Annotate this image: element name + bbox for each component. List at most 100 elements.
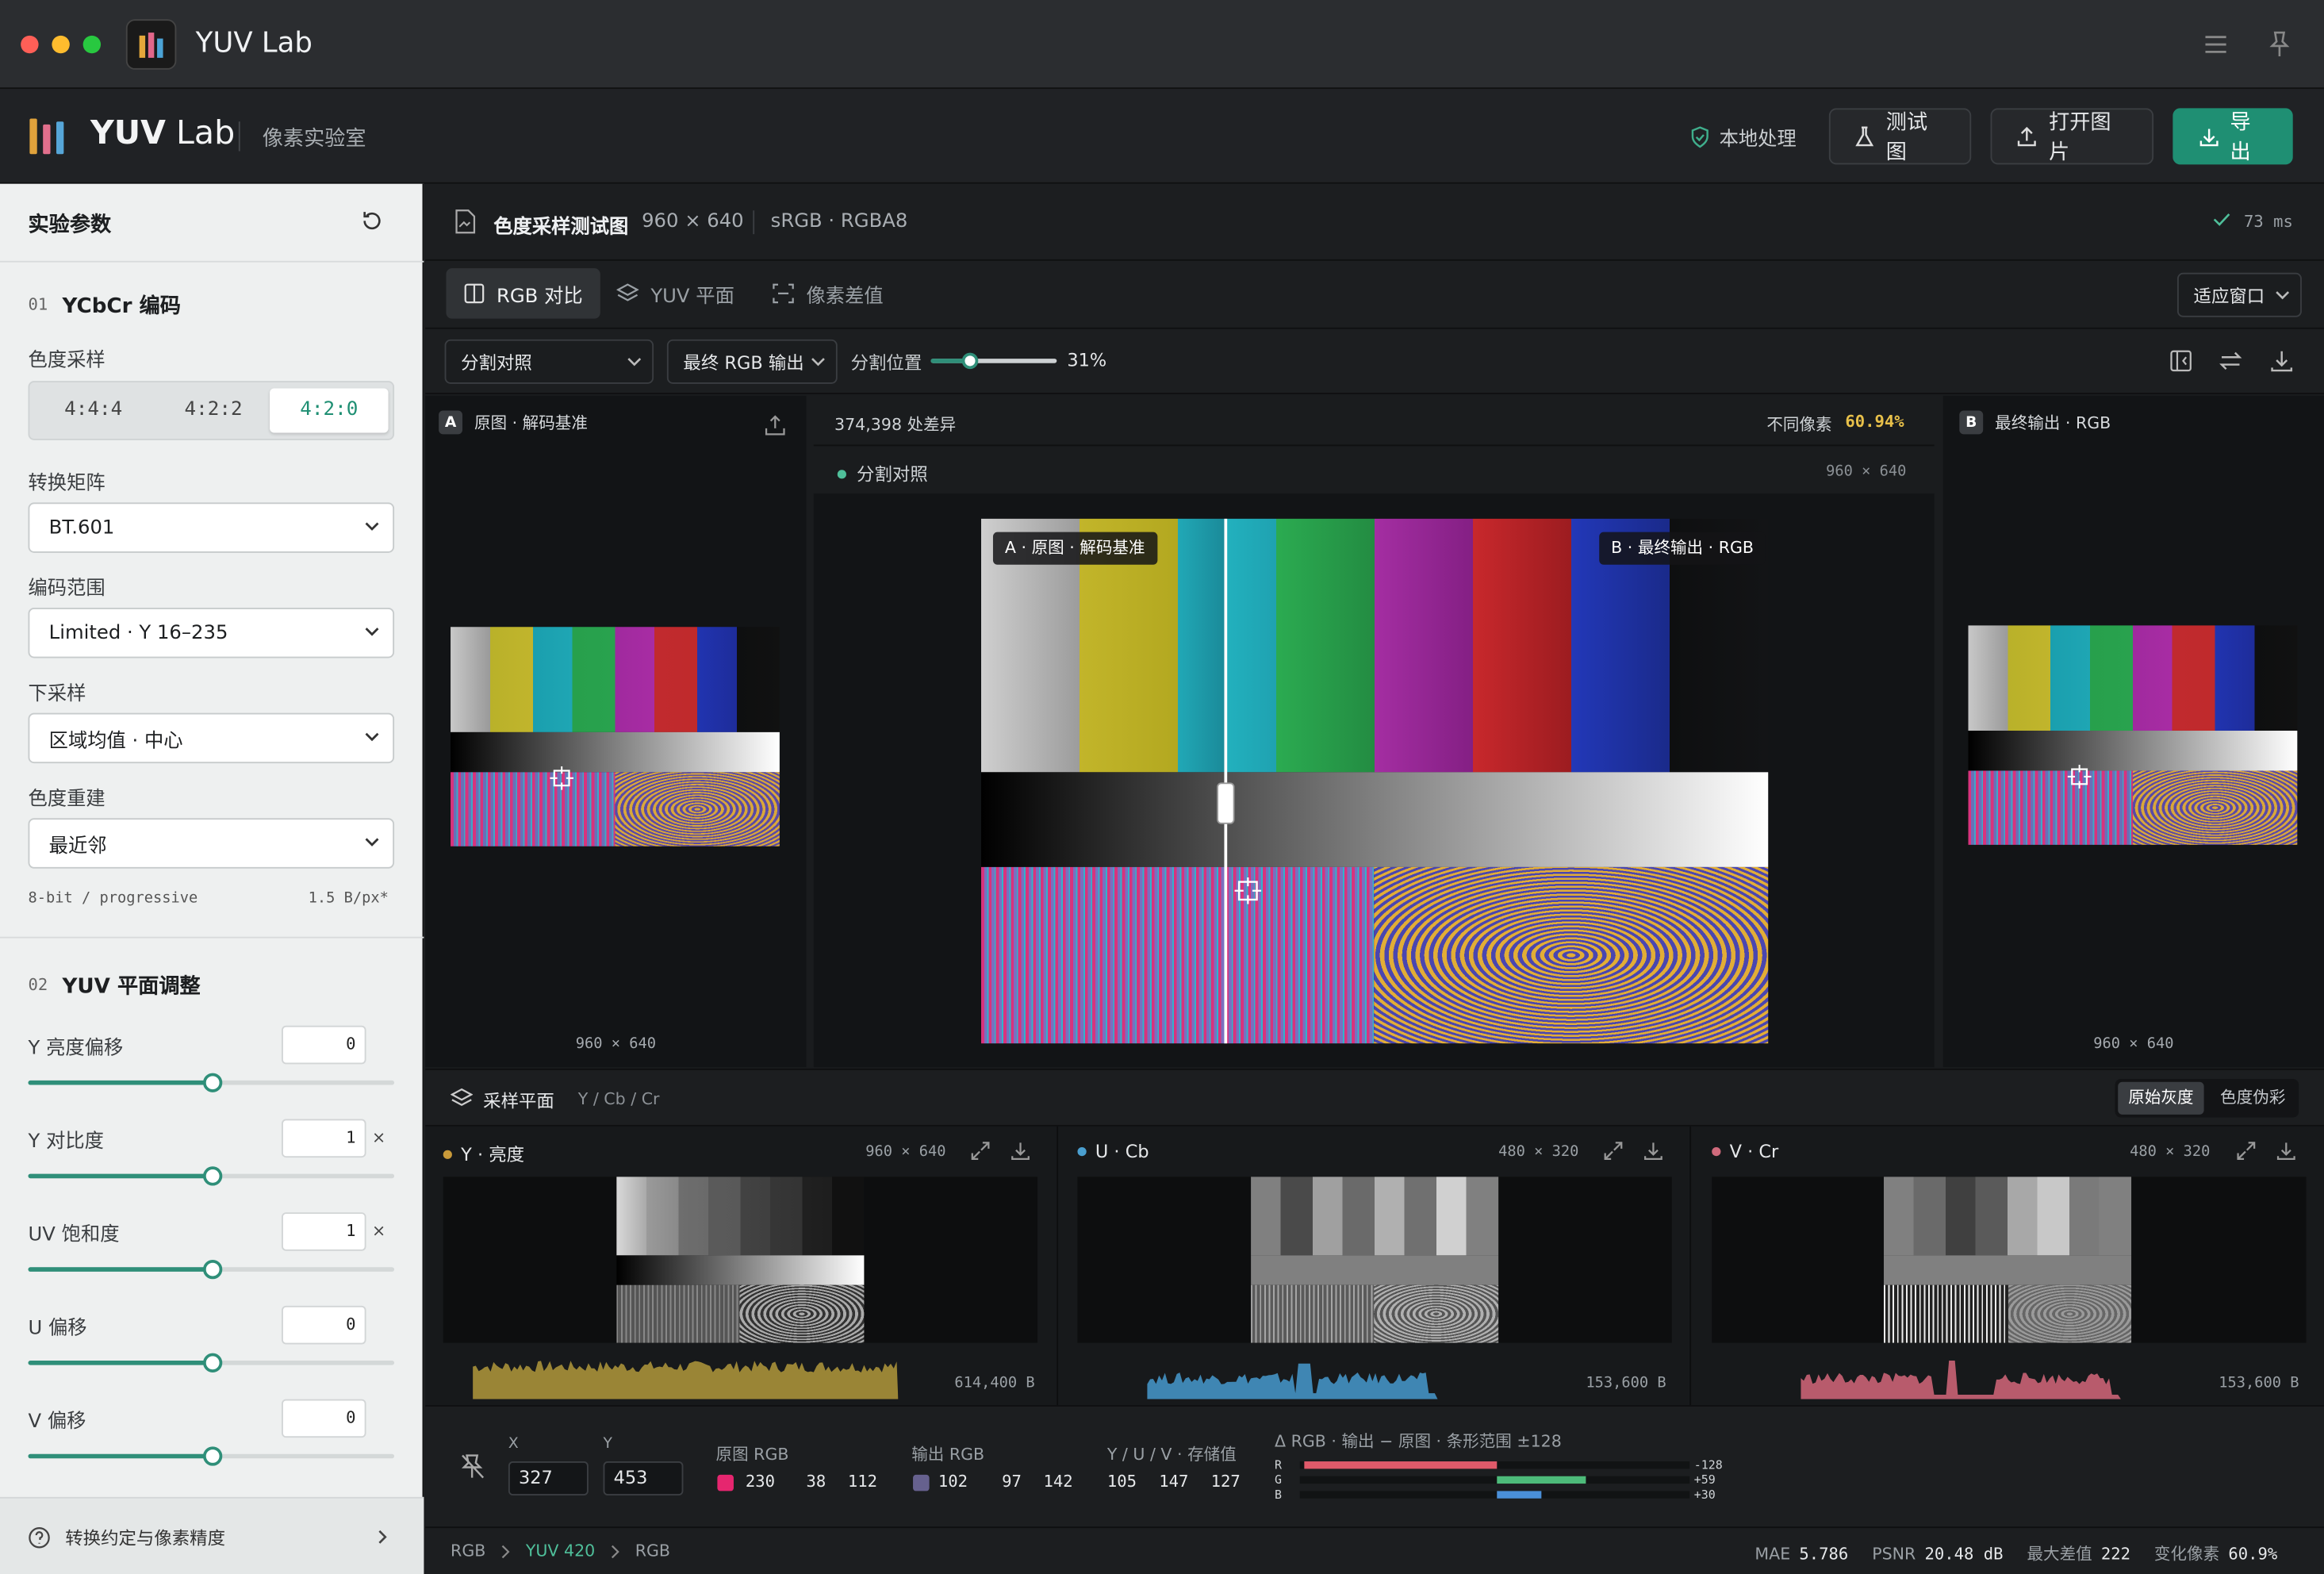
y-input[interactable]: 453 xyxy=(603,1461,684,1496)
slider-track[interactable] xyxy=(28,1446,395,1466)
delta-track xyxy=(1299,1491,1690,1499)
subsampling-label: 色度采样 xyxy=(28,349,105,372)
split-image[interactable]: A · 原图 · 解码基准 B · 最终输出 · RGB xyxy=(981,518,1769,1044)
reset-icon[interactable] xyxy=(360,209,384,232)
section-number: 01 xyxy=(28,294,48,315)
slider-value-input[interactable]: 1 xyxy=(282,1212,366,1251)
slider-label: UV 饱和度 xyxy=(28,1224,120,1247)
slider-knob[interactable] xyxy=(202,1166,222,1186)
split-slider-knob[interactable] xyxy=(962,352,979,370)
sidebar-title: 实验参数 xyxy=(28,213,112,237)
split-compare-view: 374,398 处差异 不同像素 60.94% 分割对照 960 × 640 A… xyxy=(813,395,1935,1068)
plane-y-name: Y · 亮度 xyxy=(461,1144,525,1165)
psnr-value: 20.48 dB xyxy=(1924,1543,2004,1564)
mode-select[interactable]: 分割对照 xyxy=(444,339,654,384)
slider-value-input[interactable]: 1 xyxy=(282,1119,366,1158)
expand-icon[interactable] xyxy=(2237,1142,2256,1161)
download-icon[interactable] xyxy=(2276,1142,2295,1161)
download-icon[interactable] xyxy=(1011,1142,1030,1161)
image-title: 色度采样测试图 xyxy=(493,216,629,239)
plane-v: V · Cr 480 × 320 153,600 B xyxy=(1691,1126,2324,1406)
expand-icon[interactable] xyxy=(971,1142,990,1161)
crumb-yuv: YUV 420 xyxy=(525,1541,596,1561)
plane-u-image xyxy=(1077,1177,1672,1343)
slider-track[interactable] xyxy=(28,1353,395,1372)
slider-track[interactable] xyxy=(28,1166,395,1186)
tab-yuv-planes[interactable]: YUV 平面 xyxy=(599,268,752,319)
minimize-window-button[interactable] xyxy=(52,35,70,54)
split-divider-handle[interactable] xyxy=(1216,782,1234,824)
plane-y-histogram xyxy=(473,1361,899,1399)
sidebar: 实验参数 01 YCbCr 编码 色度采样 4:4:4 4:2:2 4:2:0 … xyxy=(0,183,424,1574)
share-icon[interactable] xyxy=(765,415,785,436)
toggle-false-color[interactable]: 色度伪彩 xyxy=(2210,1082,2295,1115)
open-image-button[interactable]: 打开图片 xyxy=(1990,108,2154,165)
slider-value-input[interactable]: 0 xyxy=(282,1025,366,1065)
slider-knob[interactable] xyxy=(202,1353,222,1372)
color-space: sRGB · RGBA8 xyxy=(770,210,908,233)
split-slider[interactable] xyxy=(930,352,1057,370)
panel-b-size: 960 × 640 xyxy=(2093,1035,2174,1053)
slider-fill xyxy=(28,1080,212,1085)
pin-icon[interactable] xyxy=(2269,31,2290,58)
diff-pixels-percent: 60.94% xyxy=(1845,412,1904,432)
chevron-right-icon xyxy=(611,1544,619,1558)
plane-color-toggle: 原始灰度 色度伪彩 xyxy=(2115,1079,2299,1118)
tab-rgb-compare[interactable]: RGB 对比 xyxy=(446,268,601,319)
delta-bar xyxy=(1497,1476,1586,1484)
reconstruct-select[interactable]: 最近邻 xyxy=(28,818,395,869)
mae-label: MAE xyxy=(1755,1543,1791,1564)
delta-bars: R -128 G +59 B +30 xyxy=(1274,1458,1749,1511)
slider-knob[interactable] xyxy=(202,1446,222,1466)
yuv-stored-label: Y / U / V · 存储值 xyxy=(1106,1445,1237,1465)
delta-title: Δ RGB · 输出 − 原图 · 条形范围 ±128 xyxy=(1274,1431,1562,1451)
swap-icon[interactable] xyxy=(2219,350,2242,372)
conventions-link-label: 转换约定与像素精度 xyxy=(65,1528,226,1549)
plane-u-histogram xyxy=(1147,1363,1573,1399)
slider-track[interactable] xyxy=(28,1073,395,1092)
delta-channel-label: G xyxy=(1274,1472,1283,1487)
slider-value-input[interactable]: 0 xyxy=(282,1399,366,1438)
toggle-raw-gray[interactable]: 原始灰度 xyxy=(2118,1081,2204,1115)
title-bar: YUV Lab xyxy=(0,0,2324,90)
subsampling-444[interactable]: 4:4:4 xyxy=(29,399,157,421)
section-title: YUV 平面调整 xyxy=(62,975,201,1000)
subsampling-420[interactable]: 4:2:0 xyxy=(270,388,389,433)
output-select[interactable]: 最终 RGB 输出 xyxy=(666,339,838,384)
slider-value-input[interactable]: 0 xyxy=(282,1305,366,1345)
split-divider[interactable] xyxy=(1216,518,1234,1044)
download-icon[interactable] xyxy=(2271,350,2293,372)
split-mode-indicator: 分割对照 xyxy=(837,461,928,486)
zoom-window-button[interactable] xyxy=(82,35,102,54)
layers-icon xyxy=(451,1088,474,1107)
slider-track[interactable] xyxy=(28,1259,395,1280)
plane-v-image xyxy=(1712,1177,2307,1343)
slider-knob[interactable] xyxy=(202,1073,222,1092)
downsample-label: 下采样 xyxy=(28,683,86,706)
unpin-icon[interactable] xyxy=(459,1453,485,1480)
close-window-button[interactable] xyxy=(21,35,39,54)
matrix-select[interactable]: BT.601 xyxy=(28,502,395,553)
side-panel-icon[interactable] xyxy=(2170,350,2192,372)
test-image-button[interactable]: 测试图 xyxy=(1828,108,1972,165)
expand-icon[interactable] xyxy=(1604,1142,1623,1161)
downsample-select[interactable]: 区域均值 · 中心 xyxy=(28,712,395,764)
download-icon[interactable] xyxy=(1643,1142,1662,1161)
fit-window-select[interactable]: 适应窗口 xyxy=(2176,272,2302,317)
section-number: 02 xyxy=(28,975,48,995)
slider-knob[interactable] xyxy=(202,1259,222,1280)
x-input[interactable]: 327 xyxy=(508,1461,589,1496)
slider-fill xyxy=(28,1453,212,1459)
status-metrics: MAE 5.786 PSNR 20.48 dB 最大差值 222 变化像素 60… xyxy=(1755,1541,2277,1565)
slider-label: Y 对比度 xyxy=(28,1131,104,1154)
range-select[interactable]: Limited · Y 16–235 xyxy=(28,607,395,658)
export-button[interactable]: 导出 xyxy=(2173,108,2293,165)
crumb-rgb-out: RGB xyxy=(635,1541,671,1561)
psnr-label: PSNR xyxy=(1872,1543,1916,1564)
plane-y-image xyxy=(443,1177,1038,1343)
subsampling-422[interactable]: 4:2:2 xyxy=(150,399,278,421)
conventions-link[interactable]: 转换约定与像素精度 xyxy=(0,1496,424,1574)
hamburger-icon[interactable] xyxy=(2204,34,2228,55)
tab-pixel-diff[interactable]: 像素差值 xyxy=(754,268,901,319)
plane-y-bytes: 614,400 B xyxy=(954,1375,1035,1392)
